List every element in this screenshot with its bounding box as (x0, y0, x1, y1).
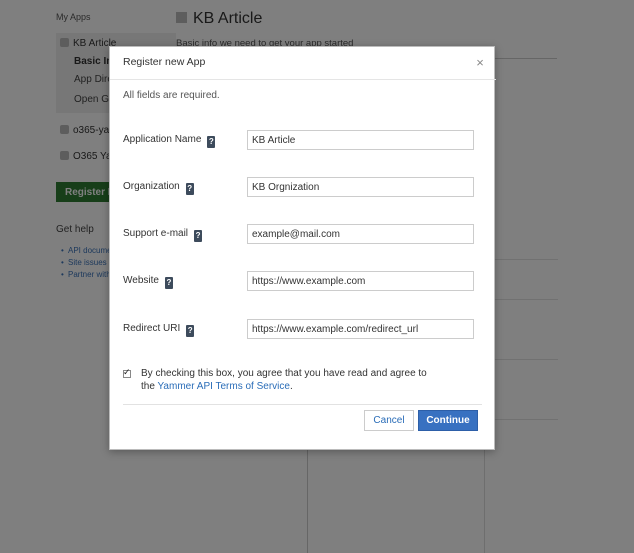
form-row-application-name: Application Name? (123, 130, 478, 150)
website-input[interactable] (247, 271, 474, 291)
redirect-uri-input[interactable] (247, 319, 474, 339)
help-icon[interactable]: ? (164, 277, 173, 289)
dialog-footer-divider (123, 404, 482, 405)
dialog-title: Register new App (123, 56, 206, 68)
close-icon[interactable]: × (473, 56, 487, 70)
terms-consent: By checking this box, you agree that you… (123, 367, 478, 397)
field-label: Website? (123, 275, 173, 289)
help-icon[interactable]: ? (207, 136, 216, 148)
form-row-website: Website? (123, 271, 478, 291)
form-row-organization: Organization? (123, 177, 478, 197)
form-row-support-email: Support e-mail? (123, 224, 478, 244)
consent-suffix: . (289, 381, 293, 392)
cancel-button[interactable]: Cancel (364, 410, 414, 431)
continue-button[interactable]: Continue (418, 410, 478, 431)
field-label: Organization? (123, 181, 194, 195)
field-label-text: Application Name (123, 134, 202, 145)
terms-of-service-link[interactable]: Yammer API Terms of Service (158, 381, 290, 392)
field-label-text: Organization (123, 181, 180, 192)
help-icon[interactable]: ? (194, 230, 203, 242)
field-label-text: Support e-mail (123, 228, 189, 239)
required-fields-note: All fields are required. (123, 90, 220, 101)
terms-checkbox[interactable] (123, 367, 131, 378)
support-email-input[interactable] (247, 224, 474, 244)
register-app-dialog: Register new App × All fields are requir… (109, 46, 496, 450)
field-label: Application Name? (123, 134, 216, 148)
application-name-input[interactable] (247, 130, 474, 150)
consent-text: By checking this box, you agree that you… (141, 367, 441, 393)
help-icon[interactable]: ? (186, 325, 195, 337)
form-row-redirect-uri: Redirect URI? (123, 319, 478, 339)
field-label: Support e-mail? (123, 228, 203, 242)
help-icon[interactable]: ? (185, 183, 194, 195)
organization-input[interactable] (247, 177, 474, 197)
field-label-text: Redirect URI (123, 323, 181, 334)
field-label-text: Website (123, 275, 159, 286)
dialog-header: Register new App × (110, 47, 496, 80)
field-label: Redirect URI? (123, 323, 195, 337)
